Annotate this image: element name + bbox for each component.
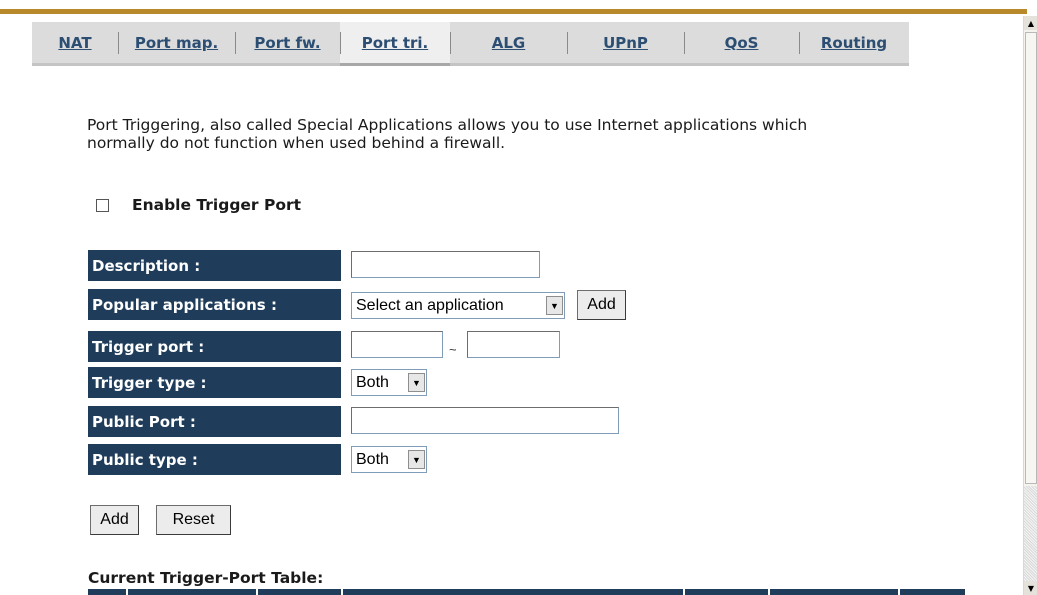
reset-button[interactable]: Reset bbox=[156, 505, 231, 535]
public-type-selected: Both bbox=[356, 450, 389, 468]
trigger-table-title: Current Trigger-Port Table: bbox=[88, 569, 324, 587]
public-port-input[interactable] bbox=[351, 407, 619, 434]
trigger-port-to-input[interactable] bbox=[467, 331, 560, 358]
tab-port-tri-label[interactable]: Port tri. bbox=[362, 34, 429, 52]
intro-line-2: normally do not function when used behin… bbox=[87, 134, 506, 152]
trigger-port-label: Trigger port : bbox=[88, 331, 341, 362]
tab-port-fw[interactable]: Port fw. bbox=[235, 22, 340, 66]
public-type-row: Public type : bbox=[88, 444, 341, 475]
chevron-down-icon[interactable]: ▼ bbox=[408, 450, 425, 469]
tab-port-map-label[interactable]: Port map. bbox=[135, 34, 218, 52]
tab-port-tri[interactable]: Port tri. bbox=[340, 22, 450, 66]
description-input[interactable] bbox=[351, 251, 540, 278]
enable-trigger-label: Enable Trigger Port bbox=[132, 196, 302, 214]
popular-apps-label: Popular applications : bbox=[88, 289, 341, 320]
tab-alg[interactable]: ALG bbox=[450, 22, 567, 66]
public-port-row: Public Port : bbox=[88, 406, 341, 437]
table-header-cell bbox=[770, 589, 900, 595]
tab-upnp-label[interactable]: UPnP bbox=[603, 34, 648, 52]
tab-bar: NAT Port map. Port fw. Port tri. ALG UPn… bbox=[32, 22, 937, 66]
enable-trigger-row: Enable Trigger Port bbox=[96, 196, 301, 214]
description-label: Description : bbox=[88, 250, 341, 281]
tab-qos-label[interactable]: QoS bbox=[725, 34, 759, 52]
tab-routing-label[interactable]: Routing bbox=[821, 34, 887, 52]
add-button[interactable]: Add bbox=[90, 505, 139, 535]
scrollbar-thumb[interactable] bbox=[1025, 32, 1037, 484]
trigger-port-row: Trigger port : bbox=[88, 331, 341, 362]
tab-routing[interactable]: Routing bbox=[799, 22, 909, 66]
top-accent-rule bbox=[0, 9, 1027, 14]
trigger-type-select[interactable]: Both ▼ bbox=[351, 369, 427, 396]
intro-text: Port Triggering, also called Special App… bbox=[87, 116, 957, 152]
table-header-cell bbox=[343, 589, 685, 595]
tab-nat-label[interactable]: NAT bbox=[58, 34, 91, 52]
tab-nat[interactable]: NAT bbox=[32, 22, 118, 66]
table-header-cell bbox=[685, 589, 770, 595]
enable-trigger-checkbox[interactable] bbox=[96, 198, 109, 212]
trigger-type-row: Trigger type : bbox=[88, 367, 341, 398]
trigger-port-separator: ~ bbox=[449, 342, 457, 357]
public-port-label: Public Port : bbox=[88, 406, 341, 437]
intro-line-1: Port Triggering, also called Special App… bbox=[87, 116, 808, 134]
trigger-port-from-input[interactable] bbox=[351, 331, 443, 358]
tab-upnp[interactable]: UPnP bbox=[567, 22, 684, 66]
popular-apps-row: Popular applications : bbox=[88, 289, 341, 320]
scroll-up-icon[interactable]: ▲ bbox=[1024, 16, 1037, 30]
popular-add-button[interactable]: Add bbox=[577, 290, 626, 320]
scroll-down-icon[interactable]: ▼ bbox=[1024, 581, 1037, 595]
table-header-cell bbox=[258, 589, 343, 595]
description-row: Description : bbox=[88, 250, 341, 281]
popular-apps-selected: Select an application bbox=[356, 296, 504, 314]
chevron-down-icon[interactable]: ▼ bbox=[408, 373, 425, 392]
table-header-cell bbox=[128, 589, 258, 595]
trigger-type-label: Trigger type : bbox=[88, 367, 341, 398]
popular-apps-select[interactable]: Select an application ▼ bbox=[351, 292, 565, 319]
tab-port-fw-label[interactable]: Port fw. bbox=[254, 34, 320, 52]
vertical-scrollbar[interactable]: ▲ ▼ bbox=[1023, 16, 1037, 595]
table-header-cell bbox=[900, 589, 965, 595]
scrollbar-track[interactable] bbox=[1024, 486, 1037, 581]
table-header-cell bbox=[88, 589, 128, 595]
chevron-down-icon[interactable]: ▼ bbox=[546, 296, 563, 315]
public-type-select[interactable]: Both ▼ bbox=[351, 446, 427, 473]
tab-qos[interactable]: QoS bbox=[684, 22, 799, 66]
trigger-type-selected: Both bbox=[356, 373, 389, 391]
trigger-table-header bbox=[88, 589, 965, 595]
tab-port-map[interactable]: Port map. bbox=[118, 22, 235, 66]
public-type-label: Public type : bbox=[88, 444, 341, 475]
tab-alg-label[interactable]: ALG bbox=[492, 34, 525, 52]
